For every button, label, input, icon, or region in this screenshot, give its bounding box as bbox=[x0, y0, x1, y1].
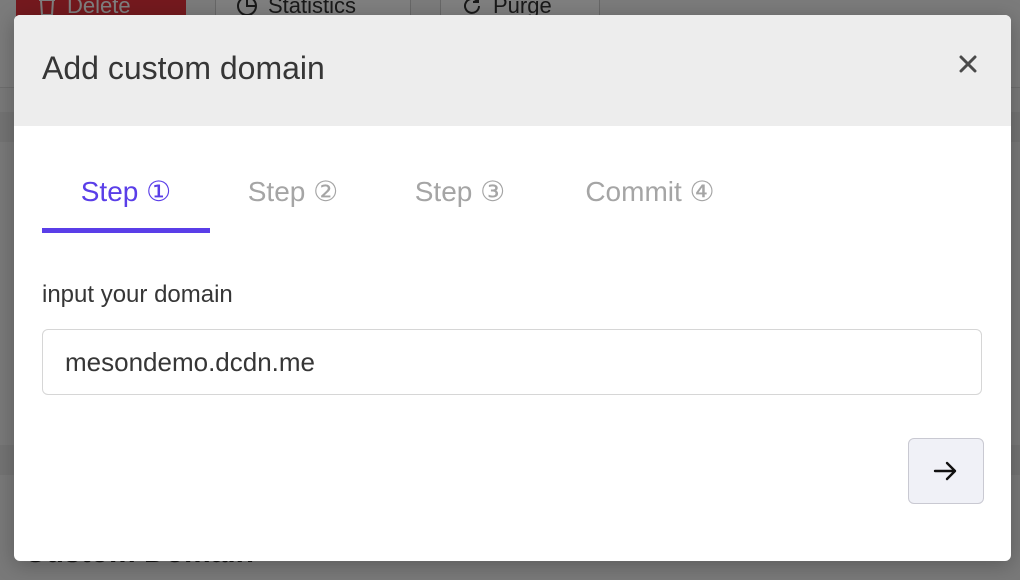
modal-header: Add custom domain bbox=[14, 15, 1011, 126]
tab-step-2[interactable]: Step ② bbox=[228, 155, 358, 233]
tab-step-3-label: Step ③ bbox=[414, 176, 506, 207]
active-tab-underline bbox=[42, 228, 210, 233]
tab-step-3[interactable]: Step ③ bbox=[395, 155, 525, 233]
domain-input[interactable] bbox=[42, 329, 982, 395]
domain-field-label: input your domain bbox=[42, 281, 233, 308]
next-step-button[interactable] bbox=[908, 438, 984, 504]
arrow-right-icon bbox=[933, 461, 957, 481]
tab-step-1[interactable]: Step ① bbox=[42, 155, 210, 233]
tab-step-1-label: Step ① bbox=[80, 176, 172, 207]
tab-commit-label: Commit ④ bbox=[585, 176, 715, 207]
add-domain-modal: Add custom domain Step ① Step ② Step ③ C… bbox=[14, 15, 1011, 561]
close-icon bbox=[959, 55, 977, 73]
modal-title: Add custom domain bbox=[42, 50, 325, 86]
step-tabs: Step ① Step ② Step ③ Commit ④ bbox=[42, 155, 982, 233]
tab-commit[interactable]: Commit ④ bbox=[570, 155, 730, 233]
tab-step-2-label: Step ② bbox=[247, 176, 339, 207]
close-button[interactable] bbox=[953, 49, 983, 79]
